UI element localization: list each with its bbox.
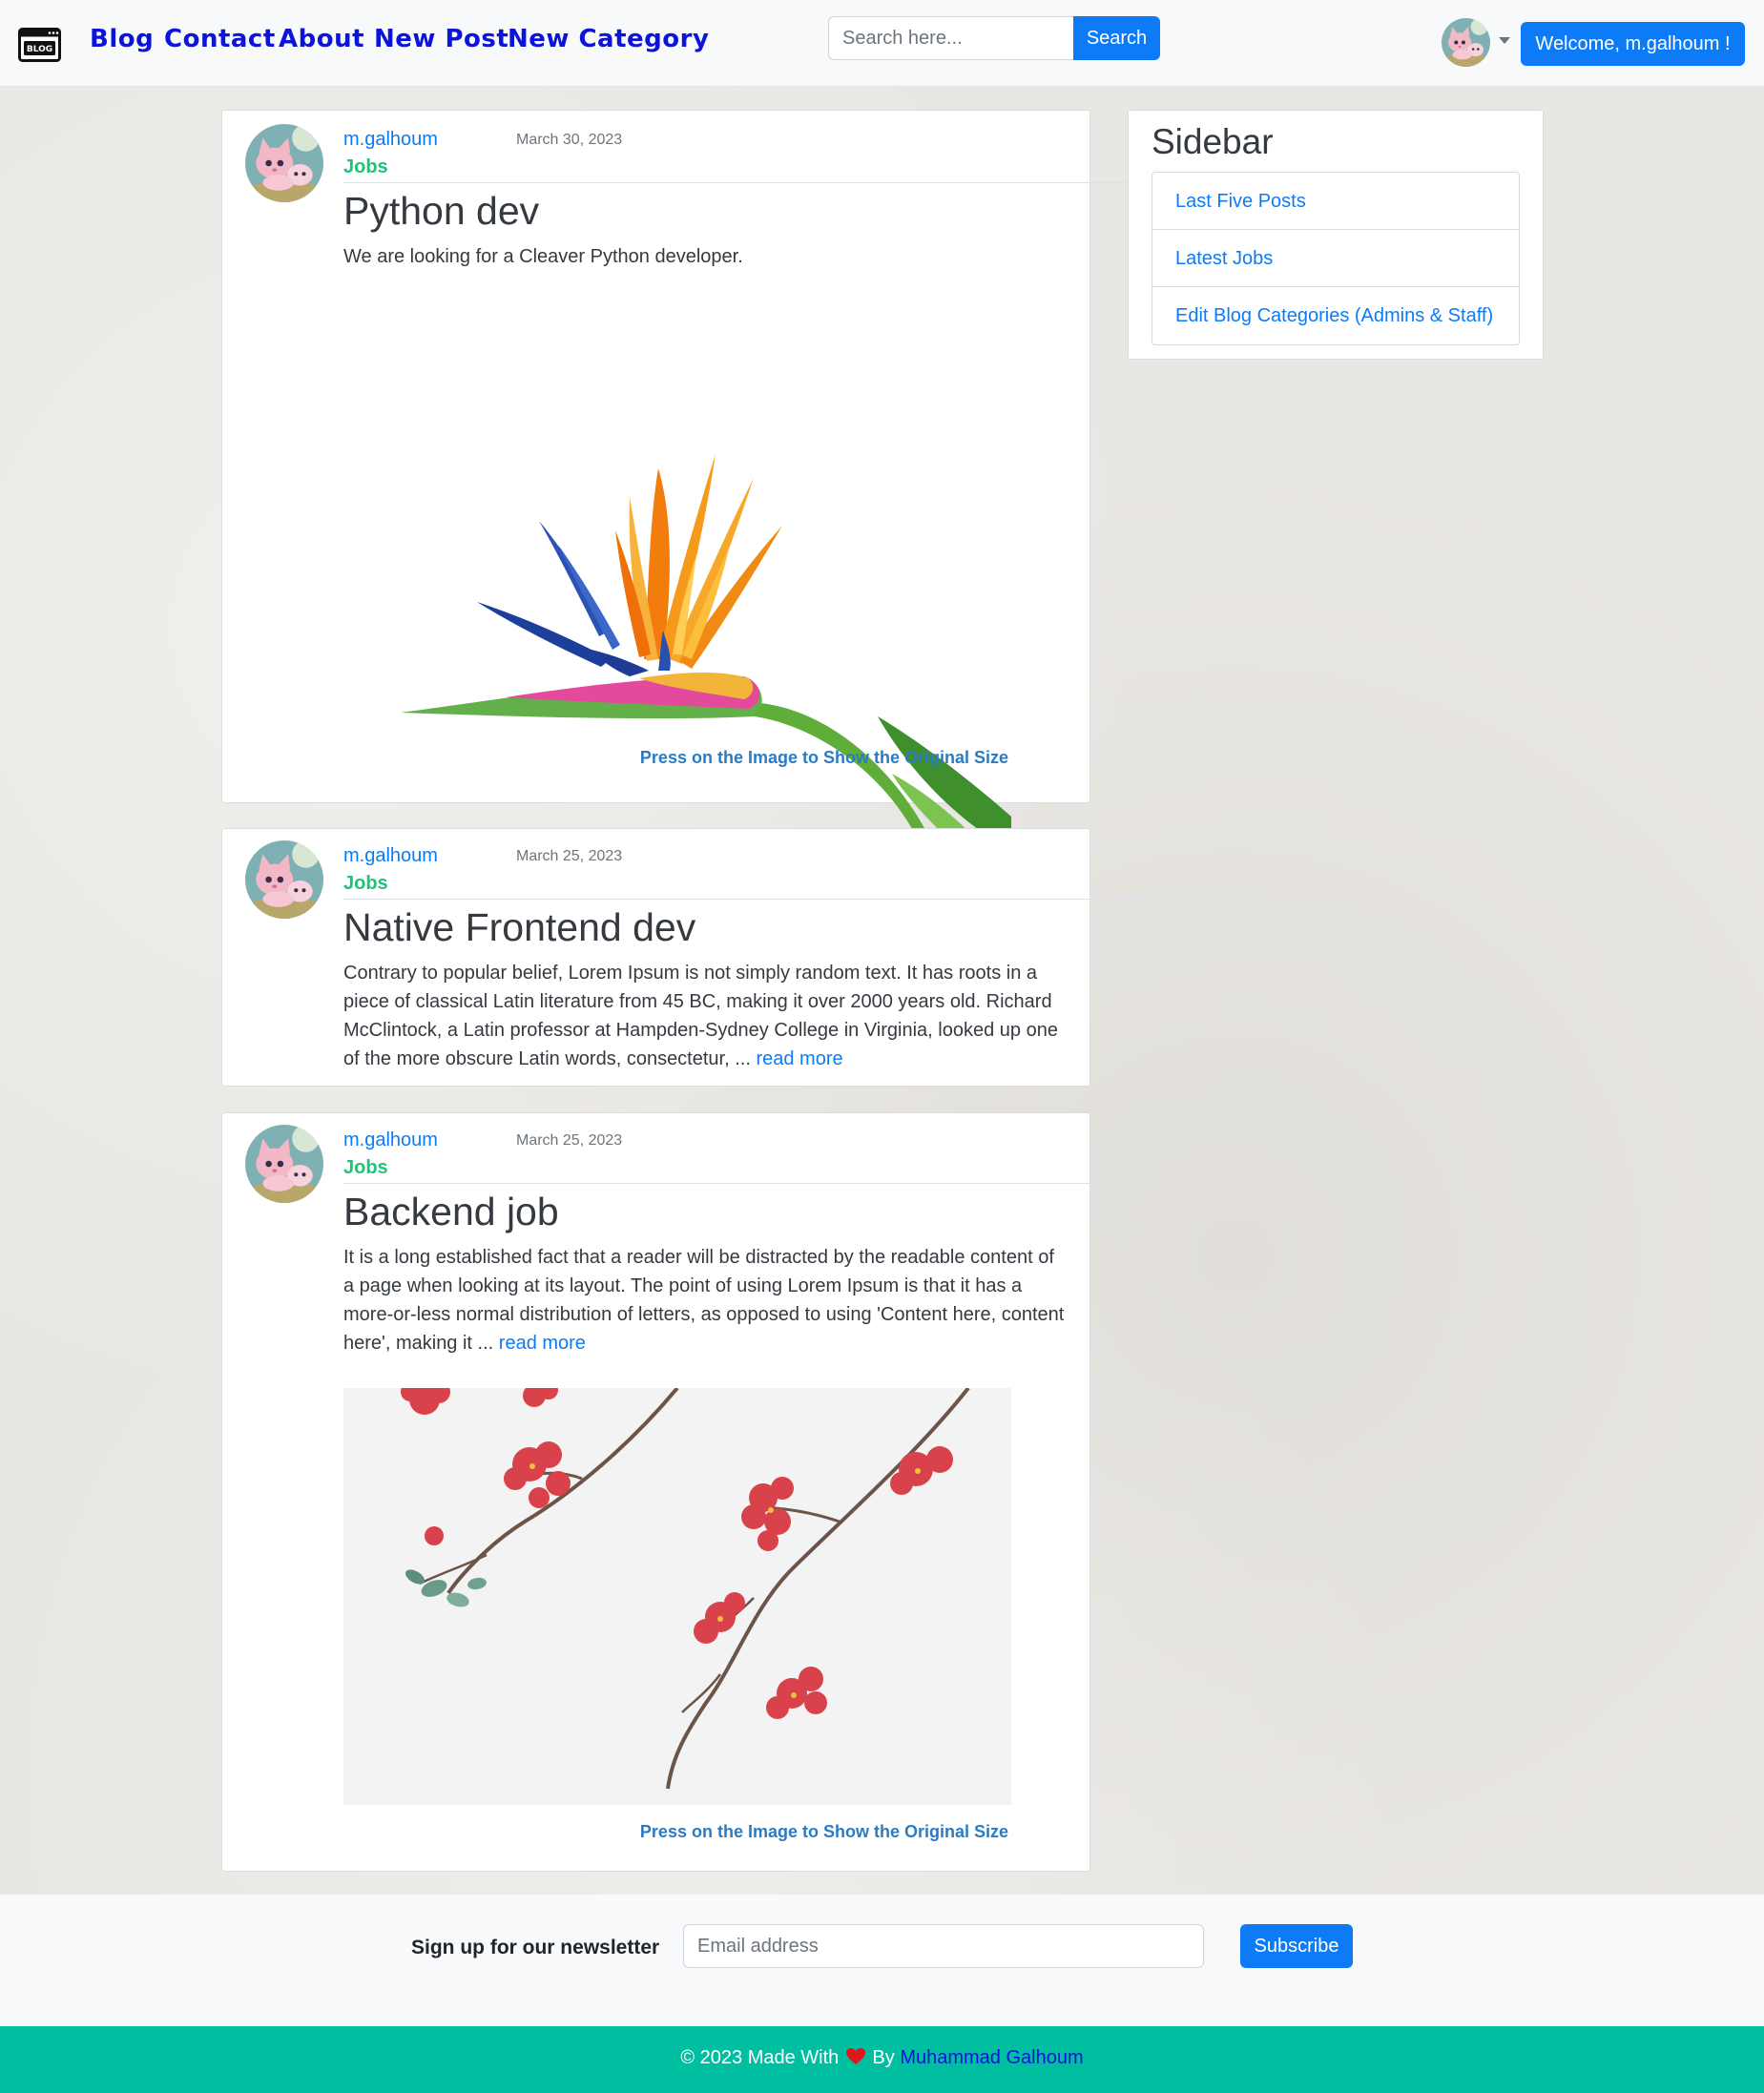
sidebar-item-edit-categories[interactable]: Edit Blog Categories (Admins & Staff): [1152, 287, 1519, 344]
nav-link-blog[interactable]: Blog: [90, 25, 154, 53]
post-card: m.galhoum March 25, 2023 Jobs Native Fro…: [221, 828, 1166, 1087]
divider: [343, 899, 1166, 900]
svg-text:BLOG: BLOG: [27, 45, 52, 54]
post-category-link[interactable]: Jobs: [343, 1157, 388, 1179]
footer-copyright: © 2023 Made With: [680, 2047, 840, 2068]
image-size-hint-link[interactable]: Press on the Image to Show the Original …: [640, 748, 1008, 768]
blog-logo-icon[interactable]: BLOG: [18, 28, 61, 62]
footer-text: © 2023 Made With By Muhammad Galhoum: [0, 2047, 1764, 2069]
post-category-link[interactable]: Jobs: [343, 873, 388, 895]
post-title[interactable]: Backend job: [343, 1190, 559, 1234]
newsletter-section: Sign up for our newsletter Subscribe: [0, 1895, 1764, 2026]
post-category-link[interactable]: Jobs: [343, 156, 388, 178]
post-body: It is a long established fact that a rea…: [343, 1243, 1065, 1357]
post-title[interactable]: Native Frontend dev: [343, 905, 695, 950]
heart-icon: [845, 2048, 865, 2065]
divider: [343, 182, 1166, 183]
post-card: m.galhoum March 30, 2023 Jobs Python dev…: [221, 110, 1166, 850]
post-body-text: It is a long established fact that a rea…: [343, 1247, 1065, 1354]
cat-avatar-icon[interactable]: [245, 840, 323, 919]
red-blossom-branch-image[interactable]: [343, 1380, 1011, 1805]
nav-link-contact[interactable]: Contact: [164, 25, 276, 53]
post-body-text: Contrary to popular belief, Lorem Ipsum …: [343, 963, 1058, 1069]
post-date: March 25, 2023: [516, 1132, 623, 1149]
nav-link-new-category[interactable]: New Category: [508, 25, 709, 53]
footer-by: By: [872, 2047, 895, 2068]
subscribe-button[interactable]: Subscribe: [1240, 1924, 1353, 1968]
newsletter-label: Sign up for our newsletter: [411, 1937, 660, 1958]
post-author-link[interactable]: m.galhoum: [343, 129, 438, 151]
bird-of-paradise-flower-image[interactable]: [343, 316, 1011, 850]
cat-avatar-icon[interactable]: [1442, 18, 1490, 67]
post-card: m.galhoum March 25, 2023 Jobs Backend jo…: [221, 1112, 1166, 1872]
sidebar-title: Sidebar: [1152, 122, 1274, 161]
post-author-link[interactable]: m.galhoum: [343, 845, 438, 867]
sidebar-item-last-five-posts[interactable]: Last Five Posts: [1152, 173, 1519, 230]
sidebar-list: Last Five Posts Latest Jobs Edit Blog Ca…: [1152, 172, 1520, 345]
welcome-user-button[interactable]: Welcome, m.galhoum !: [1521, 22, 1745, 66]
cat-avatar-icon[interactable]: [245, 1125, 323, 1203]
footer-author-link[interactable]: Muhammad Galhoum: [900, 2047, 1083, 2068]
divider: [343, 1183, 1166, 1184]
post-body: We are looking for a Cleaver Python deve…: [343, 246, 743, 267]
sidebar-item-latest-jobs[interactable]: Latest Jobs: [1152, 230, 1519, 287]
sidebar-card: Sidebar Last Five Posts Latest Jobs Edit…: [1128, 110, 1544, 360]
footer: © 2023 Made With By Muhammad Galhoum: [0, 2026, 1764, 2093]
nav-link-new-post[interactable]: New Post: [374, 25, 508, 53]
post-date: March 30, 2023: [516, 132, 623, 148]
cat-avatar-icon[interactable]: [245, 124, 323, 202]
nav-link-about[interactable]: About: [279, 25, 364, 53]
read-more-link[interactable]: read more: [756, 1048, 842, 1069]
email-field[interactable]: [683, 1924, 1204, 1968]
post-date: March 25, 2023: [516, 848, 623, 864]
post-body: Contrary to popular belief, Lorem Ipsum …: [343, 959, 1065, 1073]
search-button[interactable]: Search: [1073, 16, 1160, 60]
post-title[interactable]: Python dev: [343, 189, 539, 234]
read-more-link[interactable]: read more: [499, 1333, 586, 1354]
chevron-down-icon[interactable]: [1499, 37, 1510, 44]
top-navbar: BLOG Blog Contact About New Post New Cat…: [0, 0, 1764, 87]
image-size-hint-link[interactable]: Press on the Image to Show the Original …: [640, 1822, 1008, 1842]
post-author-link[interactable]: m.galhoum: [343, 1129, 438, 1151]
search-input[interactable]: [828, 16, 1090, 60]
